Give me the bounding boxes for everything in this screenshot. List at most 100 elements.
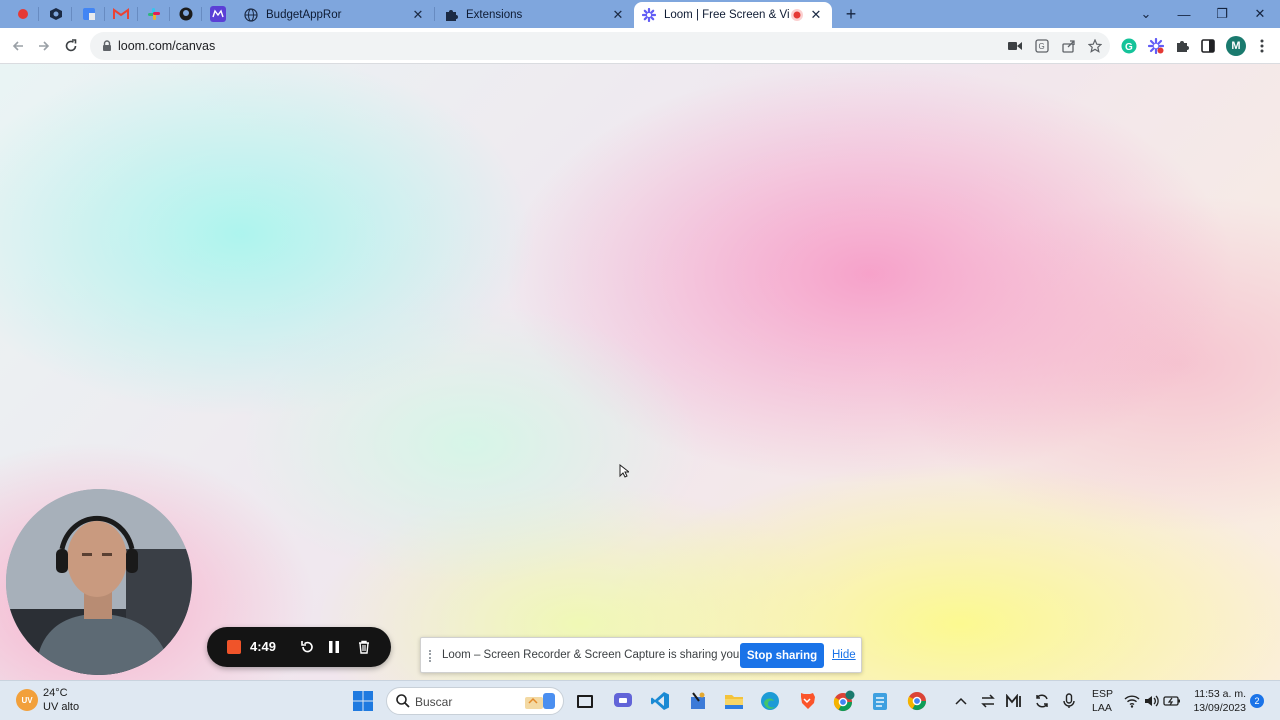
clock-time[interactable]: 11:53 a. m.	[1190, 688, 1246, 700]
translate-icon[interactable]: G	[1033, 37, 1051, 55]
clock-date[interactable]: 13/09/2023	[1190, 702, 1246, 714]
arrow-right-icon	[39, 41, 50, 51]
show-hidden-icons-button[interactable]	[952, 692, 970, 710]
pinned-tab-slack[interactable]	[144, 4, 164, 24]
tab-title: BudgetAppRor	[266, 9, 342, 21]
input-language[interactable]: ESP	[1092, 688, 1113, 700]
taskbar-notepad[interactable]	[868, 689, 892, 713]
mouse-cursor-icon	[619, 464, 629, 478]
weather-icon[interactable]: UV	[16, 689, 38, 711]
weather-description[interactable]: UV alto	[43, 701, 79, 713]
taskbar-chrome-profile[interactable]	[832, 689, 856, 713]
more-menu-icon[interactable]	[1253, 37, 1271, 55]
start-button[interactable]	[351, 689, 375, 713]
restore-button[interactable]: ❐	[1203, 0, 1241, 28]
tray-microphone[interactable]	[1060, 692, 1078, 710]
tray-sync-app[interactable]	[979, 692, 997, 710]
tray-wifi[interactable]	[1123, 692, 1141, 710]
edge-icon	[761, 692, 779, 710]
taskbar-vscode[interactable]	[648, 689, 672, 713]
taskbar-edge[interactable]	[758, 689, 782, 713]
tab-separator	[201, 7, 202, 21]
pinned-tab-translate[interactable]	[79, 4, 99, 24]
restart-recording-button[interactable]	[297, 637, 317, 657]
notepad-icon	[873, 693, 887, 710]
camera-in-use-icon[interactable]	[1006, 37, 1024, 55]
loom-canvas[interactable]: 4:49 Loom – Screen Recorder & Screen Cap…	[0, 64, 1280, 680]
pinned-tab-app[interactable]	[208, 4, 228, 24]
back-button[interactable]	[8, 36, 28, 56]
loom-logo-icon	[642, 8, 656, 22]
tab-close-button[interactable]: ✕	[410, 7, 426, 23]
search-highlight-icon	[525, 693, 555, 709]
pause-recording-button[interactable]	[324, 637, 344, 657]
stop-recording-button[interactable]	[227, 640, 241, 654]
tab-title: Extensions	[466, 9, 523, 21]
tab-separator	[71, 7, 72, 21]
stop-sharing-button[interactable]: Stop sharing	[740, 643, 824, 668]
github-icon	[179, 7, 193, 21]
tab-loom[interactable]: Loom | Free Screen & Video ✕	[634, 2, 832, 28]
chrome-icon	[907, 692, 926, 711]
hide-link[interactable]: Hide	[832, 649, 856, 661]
tools-icon	[691, 692, 705, 709]
taskbar-brave[interactable]	[795, 689, 819, 713]
tab-search-button[interactable]: ⌄	[1127, 0, 1165, 28]
taskbar-file-explorer[interactable]	[722, 689, 746, 713]
restart-icon	[301, 641, 313, 653]
drag-handle[interactable]	[429, 650, 435, 662]
weather-temperature[interactable]: 24°C	[43, 687, 68, 699]
minimize-button[interactable]: —	[1165, 0, 1203, 28]
hexagon-icon	[50, 8, 62, 20]
notification-badge[interactable]: 2	[1250, 694, 1264, 708]
share-icon[interactable]	[1060, 37, 1078, 55]
google-translate-icon	[83, 8, 95, 20]
grammarly-extension-icon[interactable]: G	[1120, 37, 1138, 55]
tab-separator	[104, 7, 105, 21]
webcam-bubble[interactable]	[6, 489, 192, 675]
taskbar-teams-chat[interactable]	[611, 689, 635, 713]
address-bar[interactable]: loom.com/canvas G	[90, 32, 1110, 60]
tab-strip: BudgetAppRor ✕ Extensions ✕ Loom | Free …	[0, 0, 1280, 28]
bookmark-star-icon[interactable]	[1086, 37, 1104, 55]
tray-sync[interactable]	[1033, 692, 1051, 710]
delete-recording-button[interactable]	[354, 637, 374, 657]
keyboard-layout[interactable]: LAA	[1092, 702, 1112, 714]
reload-button[interactable]	[61, 36, 81, 56]
recording-timer: 4:49	[250, 639, 277, 654]
m-logo-icon	[1006, 694, 1021, 707]
forward-button[interactable]	[34, 36, 54, 56]
tab-budgetappror[interactable]: BudgetAppRor ✕	[236, 2, 434, 28]
tray-volume[interactable]	[1143, 692, 1161, 710]
chrome-profile-icon	[833, 690, 855, 712]
microphone-icon	[1063, 693, 1075, 708]
tray-app-m[interactable]	[1005, 692, 1023, 710]
profile-avatar[interactable]: M	[1226, 36, 1246, 56]
transfer-icon	[981, 694, 995, 708]
brave-icon	[801, 693, 815, 709]
tab-close-button[interactable]: ✕	[808, 7, 824, 23]
pinned-tab-hex[interactable]	[46, 4, 66, 24]
tab-close-button[interactable]: ✕	[610, 7, 626, 23]
taskbar-app-tool[interactable]	[686, 689, 710, 713]
app-icon	[210, 6, 226, 22]
tab-extensions[interactable]: Extensions ✕	[436, 2, 634, 28]
tray-battery[interactable]	[1163, 692, 1181, 710]
window-close-button[interactable]: ✕	[1241, 0, 1279, 28]
side-panel-icon[interactable]	[1199, 37, 1217, 55]
new-tab-button[interactable]: +	[841, 4, 861, 24]
pinned-tab-gmail[interactable]	[111, 4, 131, 24]
wifi-icon	[1124, 695, 1140, 708]
taskbar-task-view[interactable]	[573, 689, 597, 713]
extensions-puzzle-icon[interactable]	[1173, 37, 1191, 55]
url-text[interactable]: loom.com/canvas	[118, 39, 215, 53]
lock-icon[interactable]	[100, 39, 114, 53]
taskbar-chrome[interactable]	[905, 689, 929, 713]
loom-extension-icon[interactable]	[1147, 37, 1165, 55]
pinned-tab-loom-record[interactable]	[13, 4, 33, 24]
chevron-up-icon	[955, 697, 967, 705]
pinned-tab-github[interactable]	[176, 4, 196, 24]
windows-taskbar: UV 24°C UV alto Buscar ESP LAA 11:53 a. …	[0, 680, 1280, 720]
taskbar-search-box[interactable]: Buscar	[386, 687, 564, 715]
record-icon	[18, 9, 28, 19]
